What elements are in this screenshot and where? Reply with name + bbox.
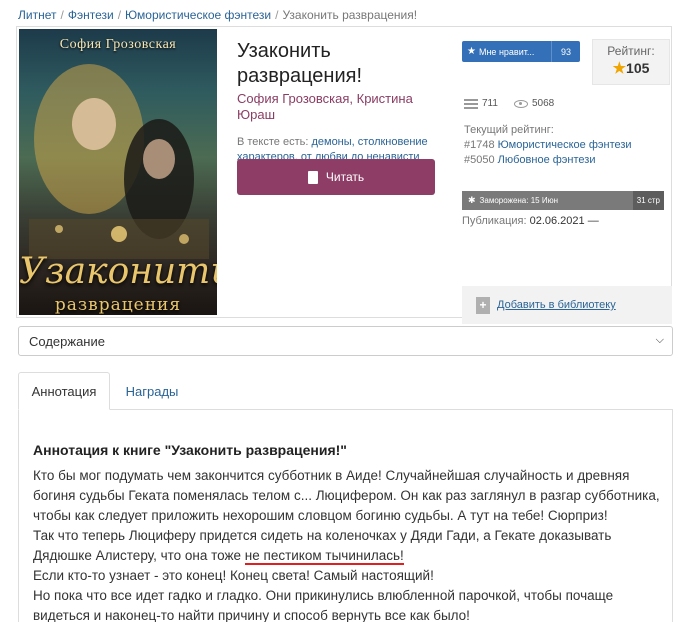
- snowflake-icon: ✱: [468, 195, 476, 205]
- add-to-library[interactable]: + Добавить в библиотеку: [462, 286, 672, 324]
- rank-number: #1748: [464, 139, 495, 151]
- read-button-label: Читать: [325, 170, 365, 184]
- annotation-paragraph: Если кто-то узнает - это конец! Конец св…: [33, 568, 434, 583]
- breadcrumb-separator: /: [275, 8, 279, 22]
- tags-label: В тексте есть:: [237, 136, 309, 148]
- views-count: 5068: [531, 98, 555, 109]
- tabs: Аннотация Награды: [18, 372, 673, 410]
- library-count-icon: [464, 98, 478, 109]
- book-title-line: разврацения!: [237, 65, 363, 87]
- cover-author: София Грозовская: [59, 37, 177, 52]
- annotation-paragraph: Но пока что все идет гадко и гладко. Они…: [33, 588, 614, 622]
- annotation-paragraph: Кто бы мог подумать чем закончится суббо…: [33, 468, 660, 523]
- rank-genre-link[interactable]: Любовное фэнтези: [498, 154, 596, 166]
- breadcrumb-link-humor-fantasy[interactable]: Юмористическое фэнтези: [125, 8, 271, 22]
- star-icon: ★: [612, 60, 627, 77]
- pub-value: 02.06.2021 —: [529, 215, 599, 227]
- eye-icon: [513, 99, 528, 108]
- breadcrumb-link-fantasy[interactable]: Фэнтези: [68, 8, 114, 22]
- book-title: Узаконить разврацения!: [237, 39, 447, 89]
- current-rating: Текущий рейтинг: #1748 Юмористическое фэ…: [464, 123, 632, 168]
- bookmark-plus-icon: +: [476, 296, 490, 314]
- annotation-text: Кто бы мог подумать чем закончится суббо…: [33, 466, 661, 622]
- rank-genre-link[interactable]: Юмористическое фэнтези: [498, 139, 632, 151]
- frozen-label: Заморожена: 15 Июн: [479, 196, 558, 205]
- publication-date: Публикация: 02.06.2021 —: [462, 215, 599, 227]
- contents-select[interactable]: Содержание ⌵: [18, 326, 673, 356]
- add-library-link[interactable]: Добавить в библиотеку: [497, 299, 616, 311]
- library-count: 711: [482, 98, 498, 109]
- annotation-paragraph: Так что теперь Люциферу придется сидеть …: [33, 526, 661, 566]
- annotation-underlined-phrase: не пестиком тычинилась!: [244, 548, 404, 565]
- star-icon: ★: [467, 46, 476, 57]
- like-button[interactable]: ★ Мне нравит... 93: [462, 41, 580, 62]
- book-title-line: Узаконить: [237, 40, 331, 62]
- tab-awards[interactable]: Награды: [114, 372, 190, 410]
- pub-label: Публикация:: [462, 215, 527, 227]
- rank-row: #5050 Любовное фэнтези: [464, 153, 632, 168]
- contents-select-value: Содержание: [29, 333, 105, 349]
- book-stats: 711 5068: [464, 98, 554, 109]
- breadcrumb-separator: /: [117, 8, 122, 22]
- book-cover-image[interactable]: София Грозовская Узаконить разврацения: [19, 29, 217, 315]
- breadcrumb: Литнет / Фэнтези / Юмористическое фэнтези / Уз…: [18, 8, 417, 22]
- cover-subtitle: разврацения: [54, 295, 182, 315]
- breadcrumb-separator: /: [60, 8, 64, 22]
- like-count: 93: [551, 41, 580, 62]
- chevron-down-icon: ⌵: [655, 334, 664, 346]
- book-card: София Грозовская Узаконить разврацения У…: [16, 26, 672, 324]
- authors-line[interactable]: Юраш: [237, 107, 447, 123]
- rating-box: Рейтинг: ★105: [592, 39, 670, 85]
- rating-label: Рейтинг:: [607, 44, 655, 58]
- status-badge-frozen: ✱ Заморожена: 15 Июн 31 стр: [462, 191, 664, 210]
- read-button[interactable]: Читать: [237, 159, 435, 195]
- pages-count: 31 стр: [632, 191, 664, 210]
- rating-number: 105: [626, 60, 650, 76]
- annotation-panel: Аннотация к книге "Узаконить разврацения…: [18, 410, 673, 622]
- current-rating-label: Текущий рейтинг:: [464, 124, 554, 136]
- rank-row: #1748 Юмористическое фэнтези: [464, 138, 632, 153]
- breadcrumb-link-litnet[interactable]: Литнет: [18, 8, 56, 22]
- cover-title: Узаконить: [19, 251, 217, 292]
- book-info: Узаконить разврацения! София Грозовская,…: [237, 39, 447, 195]
- like-label: Мне нравит...: [478, 46, 535, 57]
- breadcrumb-current: Узаконить разврацения!: [282, 8, 418, 22]
- rating-value: ★105: [593, 59, 669, 77]
- rank-number: #5050: [464, 154, 495, 166]
- annotation-heading: Аннотация к книге "Узаконить разврацения…: [33, 442, 347, 458]
- book-authors[interactable]: София Грозовская, Кристина Юраш: [237, 91, 447, 123]
- book-icon: [307, 170, 318, 184]
- tab-annotation[interactable]: Аннотация: [18, 372, 110, 410]
- authors-line[interactable]: София Грозовская, Кристина: [237, 91, 447, 107]
